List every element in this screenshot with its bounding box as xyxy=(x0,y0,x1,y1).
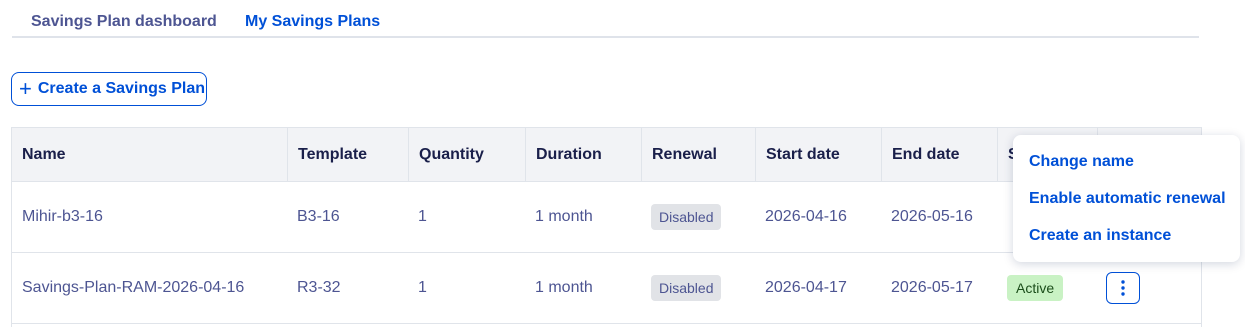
column-header-name: Name xyxy=(22,146,66,163)
cell-start-date: 2026-04-16 xyxy=(765,208,847,225)
table-row: Savings-Plan-RAM-2026-04-16 R3-32 1 1 mo… xyxy=(12,253,1201,324)
cell-status xyxy=(997,182,1007,252)
column-header-duration: Duration xyxy=(525,128,641,182)
cell-renewal: Disabled xyxy=(641,182,722,252)
cell-end-date: 2026-05-17 xyxy=(891,279,973,296)
column-header-quantity: Quantity xyxy=(408,128,525,182)
cell-template: R3-32 xyxy=(297,279,341,296)
menu-item-change-name[interactable]: Change name xyxy=(1029,153,1134,171)
menu-item-enable-automatic-renewal[interactable]: Enable automatic renewal xyxy=(1029,190,1226,208)
row-actions-button[interactable] xyxy=(1106,272,1140,304)
cell-actions xyxy=(1097,253,1140,323)
status-badge: Active xyxy=(1007,275,1064,301)
column-header-template: Template xyxy=(287,128,408,182)
tab-savings-plan-dashboard[interactable]: Savings Plan dashboard xyxy=(31,13,217,31)
create-savings-plan-label: Create a Savings Plan xyxy=(37,80,206,97)
cell-duration: 1 month xyxy=(535,279,593,296)
cell-status: Active xyxy=(997,253,1064,323)
tab-my-savings-plans[interactable]: My Savings Plans xyxy=(245,13,380,31)
cell-renewal: Disabled xyxy=(641,253,722,323)
tab-bar: Savings Plan dashboard My Savings Plans xyxy=(12,0,1199,38)
column-header-start-date: Start date xyxy=(755,128,881,182)
cell-name: Savings-Plan-RAM-2026-04-16 xyxy=(22,279,245,296)
more-vertical-icon xyxy=(1121,280,1125,296)
renewal-badge: Disabled xyxy=(651,275,722,301)
cell-end-date: 2026-05-16 xyxy=(891,208,973,225)
renewal-badge: Disabled xyxy=(651,204,722,230)
cell-start-date: 2026-04-17 xyxy=(765,279,847,296)
row-actions-menu: Change name Enable automatic renewal Cre… xyxy=(1013,135,1240,262)
cell-template: B3-16 xyxy=(297,208,340,225)
column-header-renewal: Renewal xyxy=(641,128,755,182)
cell-quantity: 1 xyxy=(418,279,427,296)
column-header-end-date: End date xyxy=(881,128,997,182)
menu-item-create-an-instance[interactable]: Create an instance xyxy=(1029,227,1171,245)
plus-icon: + xyxy=(19,76,32,101)
cell-duration: 1 month xyxy=(535,208,593,225)
cell-name: Mihir-b3-16 xyxy=(22,208,103,225)
create-savings-plan-button[interactable]: + Create a Savings Plan xyxy=(11,72,207,106)
cell-quantity: 1 xyxy=(418,208,427,225)
